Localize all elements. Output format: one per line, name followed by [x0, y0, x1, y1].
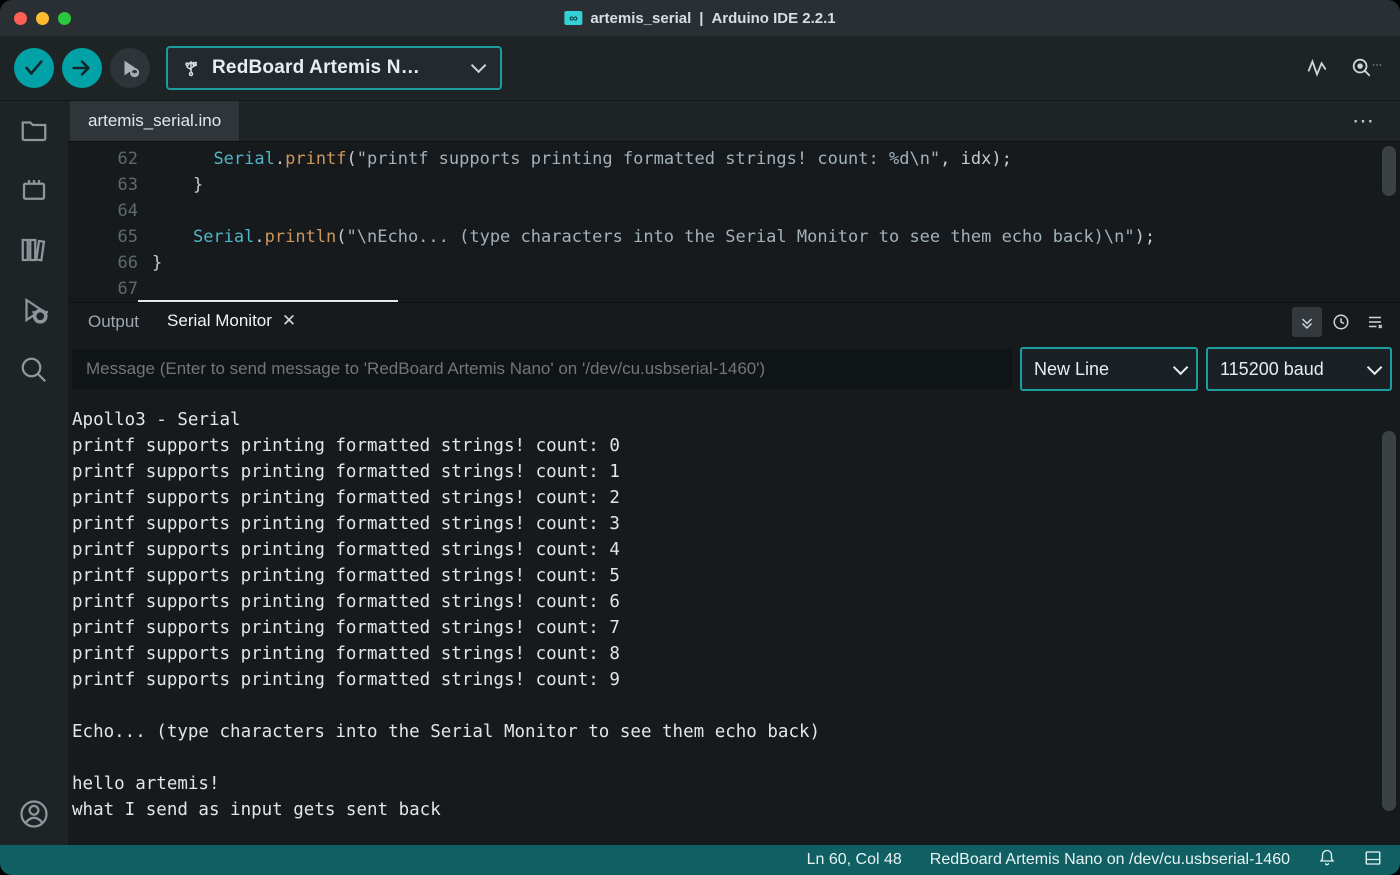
verify-button[interactable] — [14, 48, 54, 88]
traffic-lights — [14, 12, 71, 25]
editor-scrollbar[interactable] — [1382, 146, 1396, 196]
tab-output[interactable]: Output — [74, 303, 153, 341]
serial-output[interactable]: Apollo3 - Serial printf supports printin… — [68, 397, 1400, 845]
code-content: Serial.printf("printf supports printing … — [152, 142, 1400, 302]
board-port-info[interactable]: RedBoard Artemis Nano on /dev/cu.usbseri… — [930, 851, 1290, 869]
tab-serial-monitor[interactable]: Serial Monitor ✕ — [153, 302, 310, 342]
baud-rate-label: 115200 baud — [1220, 359, 1324, 380]
line-ending-label: New Line — [1034, 359, 1109, 380]
board-selector[interactable]: RedBoard Artemis N… — [166, 46, 502, 90]
close-window-button[interactable] — [14, 12, 27, 25]
file-tab[interactable]: artemis_serial.ino — [70, 101, 239, 141]
zoom-window-button[interactable] — [58, 12, 71, 25]
title-bar: artemis_serial | Arduino IDE 2.2.1 — [0, 0, 1400, 36]
cursor-position[interactable]: Ln 60, Col 48 — [807, 851, 902, 869]
library-manager-icon[interactable] — [17, 233, 51, 267]
autoscroll-toggle-icon[interactable] — [1292, 307, 1322, 337]
timestamp-toggle-icon[interactable] — [1326, 307, 1356, 337]
title-sep: | — [699, 10, 703, 27]
search-icon[interactable] — [17, 353, 51, 387]
title-sketch: artemis_serial — [590, 10, 691, 27]
title-app: Arduino IDE 2.2.1 — [711, 10, 835, 27]
serial-send-row: New Line 115200 baud — [68, 341, 1400, 397]
minimize-window-button[interactable] — [36, 12, 49, 25]
activity-bar — [0, 101, 68, 845]
code-editor[interactable]: 626364656667 Serial.printf("printf suppo… — [68, 141, 1400, 302]
serial-plotter-button[interactable] — [1306, 56, 1328, 81]
status-bar: Ln 60, Col 48 RedBoard Artemis Nano on /… — [0, 845, 1400, 875]
panel-tab-strip: Output Serial Monitor ✕ — [68, 302, 1400, 341]
arduino-logo-icon — [564, 11, 582, 25]
upload-button[interactable] — [62, 48, 102, 88]
debug-button[interactable] — [110, 48, 150, 88]
chevron-down-icon — [1173, 359, 1184, 380]
chevron-down-icon — [1367, 359, 1378, 380]
chevron-down-icon — [471, 60, 482, 76]
app-window: artemis_serial | Arduino IDE 2.2.1 RedBo… — [0, 0, 1400, 875]
close-serial-tab-icon[interactable]: ✕ — [282, 311, 296, 331]
main-area: artemis_serial.ino ⋯ 626364656667 Serial… — [68, 101, 1400, 845]
app-body: artemis_serial.ino ⋯ 626364656667 Serial… — [0, 101, 1400, 845]
board-selector-label: RedBoard Artemis N… — [212, 57, 420, 79]
editor-tab-strip: artemis_serial.ino ⋯ — [68, 101, 1400, 141]
main-toolbar: RedBoard Artemis N… ⋯ — [0, 36, 1400, 101]
toolbar-right: ⋯ — [1306, 56, 1386, 81]
baud-rate-select[interactable]: 115200 baud — [1206, 347, 1392, 391]
close-panel-icon[interactable] — [1364, 849, 1382, 872]
serial-scrollbar[interactable] — [1382, 431, 1396, 811]
clear-output-icon[interactable] — [1360, 307, 1390, 337]
tab-underline — [138, 300, 398, 302]
sketchbook-icon[interactable] — [17, 113, 51, 147]
boards-manager-icon[interactable] — [17, 173, 51, 207]
serial-monitor-toggle-button[interactable]: ⋯ — [1350, 56, 1386, 81]
bottom-panel: Output Serial Monitor ✕ — [68, 302, 1400, 845]
line-gutter: 626364656667 — [68, 142, 152, 302]
editor-more-icon[interactable]: ⋯ — [1352, 108, 1376, 134]
window-title: artemis_serial | Arduino IDE 2.2.1 — [564, 10, 835, 27]
usb-icon — [182, 59, 200, 77]
serial-output-text: Apollo3 - Serial printf supports printin… — [72, 410, 820, 820]
debug-sidebar-icon[interactable] — [17, 293, 51, 327]
file-tab-label: artemis_serial.ino — [88, 111, 221, 130]
notifications-icon[interactable] — [1318, 849, 1336, 872]
account-icon[interactable] — [17, 797, 51, 831]
line-ending-select[interactable]: New Line — [1020, 347, 1198, 391]
serial-message-input[interactable] — [72, 349, 1012, 389]
